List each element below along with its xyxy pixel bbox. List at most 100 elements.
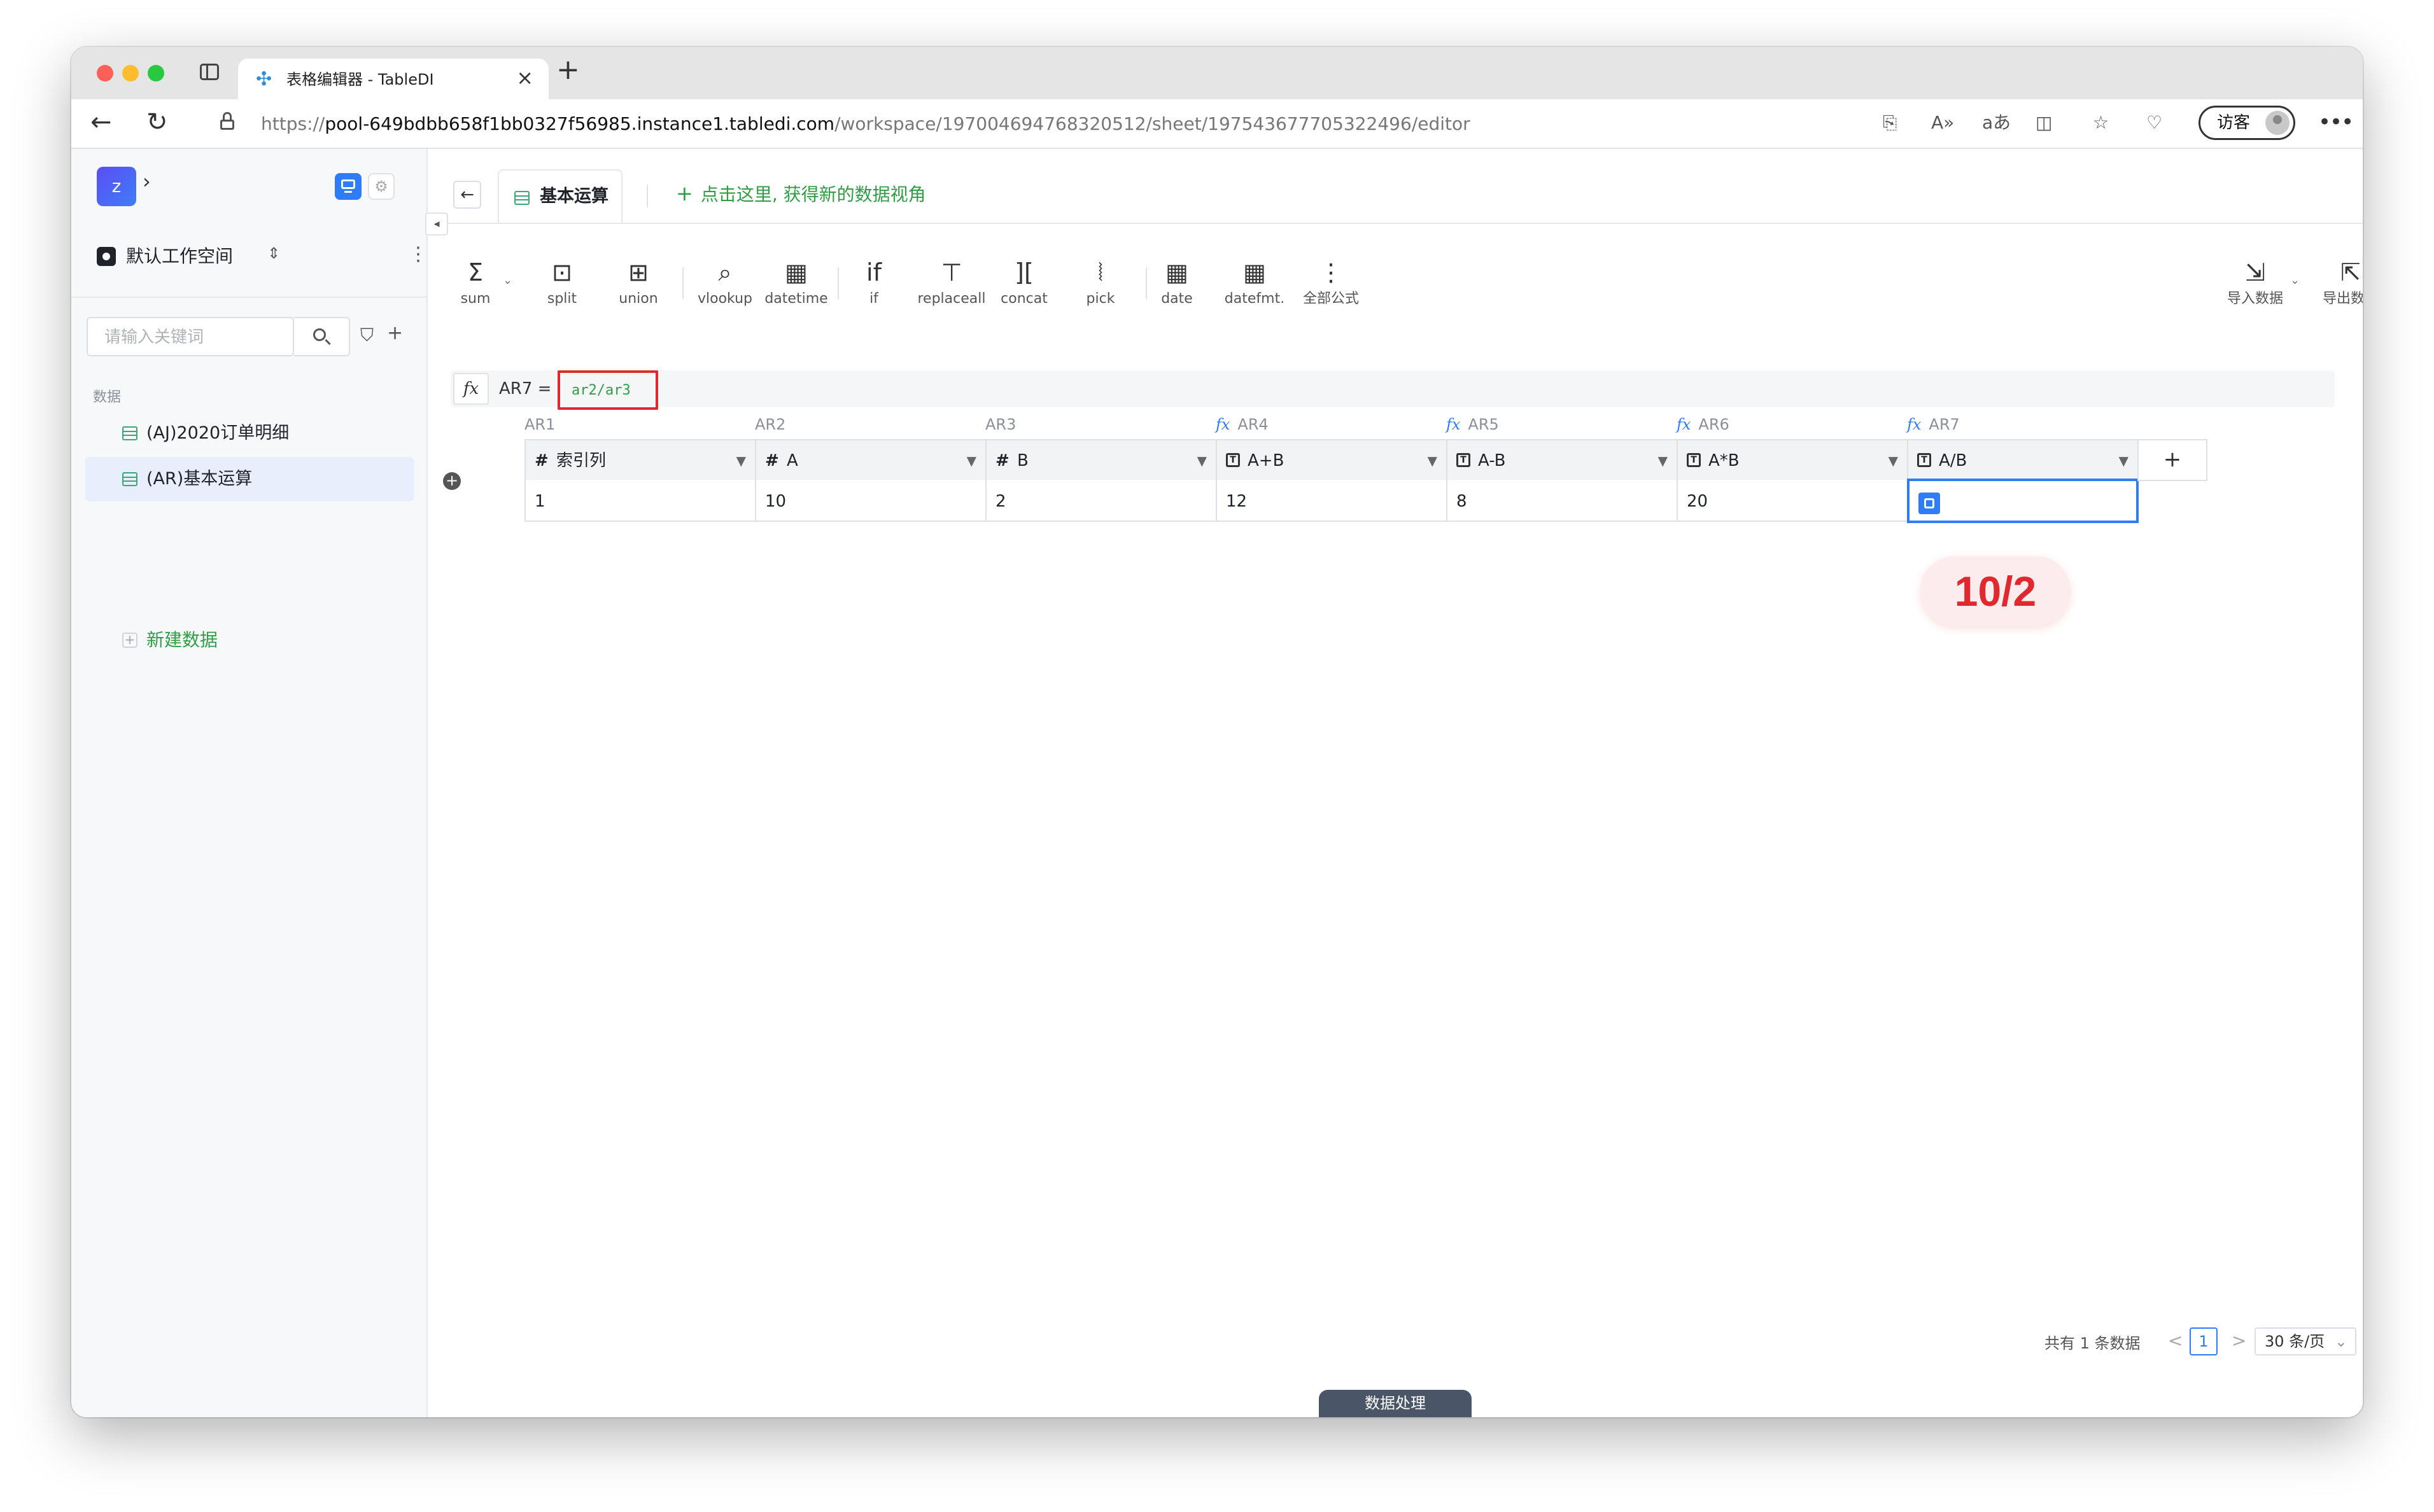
formula-input[interactable]: ar2/ar3 [558,370,658,410]
workspace-icon [97,247,116,266]
chevron-down-icon[interactable]: ⌄ [503,274,512,287]
cell-value: 12 [1226,492,1248,511]
expand-icon[interactable] [1918,493,1940,514]
plus-icon: + [676,181,693,206]
tool-label: sum [460,291,491,307]
back-button[interactable]: ← [453,181,481,209]
column-header[interactable]: T A*B ▼ [1677,439,1908,481]
search-button[interactable] [294,317,350,356]
chevron-right-icon[interactable]: › [143,169,151,193]
table-cell[interactable]: 2 [985,480,1217,522]
caret-down-icon[interactable]: ▼ [2119,453,2128,468]
new-tab-icon[interactable]: + [556,56,580,84]
tool-sum[interactable]: Σ sum [440,258,510,308]
table-cell[interactable]: 10 [755,480,987,522]
caret-down-icon[interactable]: ▼ [1658,453,1668,468]
caret-down-icon[interactable]: ▼ [1889,453,1898,468]
maximize-window-button[interactable] [148,65,164,81]
workspace-avatar[interactable]: z [97,167,136,206]
caret-down-icon[interactable]: ▼ [736,453,746,468]
add-row-icon[interactable]: + [443,472,461,490]
pager-current-page[interactable]: 1 [2190,1327,2218,1355]
health-icon[interactable]: ♡ [2146,112,2162,134]
column-header[interactable]: # 索引列 ▼ [524,439,756,481]
chevron-down-icon[interactable]: ⌄ [2290,274,2300,287]
tool-replaceall[interactable]: ⊤ replaceall [917,258,987,308]
split-screen-icon[interactable]: ◫ [2036,112,2052,134]
minimize-window-button[interactable] [122,65,139,81]
column-header[interactable]: # A ▼ [755,439,987,481]
tab-close-icon[interactable]: × [516,67,533,88]
column-ref-label: AR1 [524,416,556,433]
sidebar-item-basic-ops[interactable]: (AR)基本运算 [85,457,414,501]
table-cell[interactable]: 12 [1216,480,1447,522]
tool-all-formulas[interactable]: ⋮ 全部公式 [1296,258,1366,308]
close-window-button[interactable] [97,65,113,81]
page-size-select[interactable]: 30 条/页 ⌄ [2255,1327,2356,1355]
tool-date[interactable]: ▦ date [1142,258,1212,308]
pager-next-button[interactable]: > [2232,1330,2246,1351]
column-name: A*B [1708,451,1740,470]
monitor-icon[interactable] [335,173,362,200]
table-cell[interactable]: 1 [524,480,756,522]
tool-label: pick [1086,291,1115,307]
sidebar-toggle-icon[interactable] [200,64,219,80]
lock-icon[interactable] [220,112,234,130]
sidebar-item-label: (AR)基本运算 [146,469,253,489]
cell-value: 10 [765,492,787,511]
workspace-selector[interactable]: 默认工作空间 ⇕ ⋮ [97,243,428,269]
tool-label: 全部公式 [1302,291,1359,307]
table-cell[interactable]: 8 [1446,480,1678,522]
clipboard-icon[interactable]: ⎘ [1883,112,1897,134]
fx-icon[interactable]: fx [453,373,489,405]
table-cell[interactable]: 20 [1677,480,1908,522]
tool-concat[interactable]: ][ concat [989,258,1059,308]
caret-down-icon[interactable]: ▼ [1428,453,1437,468]
search-icon [313,328,326,341]
view-tab-label: 基本运算 [540,186,608,206]
column-header[interactable]: T A-B ▼ [1446,439,1678,481]
more-horizontal-icon[interactable]: ••• [2318,109,2354,135]
table-cell[interactable]: 5 [1907,479,2139,523]
column-ref: AR1 [524,415,555,434]
sidebar-item-order-detail[interactable]: (AJ)2020订单明细 [85,411,414,456]
cell-value: 1 [535,492,545,511]
gear-icon[interactable]: ⚙ [368,173,395,200]
add-view-button[interactable]: + 点击这里, 获得新的数据视角 [676,182,926,206]
column-header[interactable]: # B ▼ [985,439,1217,481]
favorites-icon[interactable]: ☆ [2093,112,2109,134]
url-field[interactable]: https://pool-649bdbb658f1bb0327f56985.in… [261,113,1470,135]
browser-tab[interactable]: ✣ 表格编辑器 - TableDI × [238,59,549,99]
tool-datefmt[interactable]: ▦ datefmt. [1220,258,1290,308]
search-input[interactable] [103,327,271,347]
translate-icon[interactable]: aあ [1982,112,2011,134]
tool-if[interactable]: if if [839,258,909,308]
number-type-icon: # [535,451,549,470]
guest-profile-button[interactable]: 访客 [2198,106,2295,140]
caret-down-icon[interactable]: ▼ [1197,453,1207,468]
tool-label: union [619,291,658,307]
read-aloud-icon[interactable]: A» [1931,112,1954,134]
import-data-button[interactable]: ⇲ 导入数据 [2220,258,2290,308]
filter-icon[interactable]: ⛉ [360,325,374,346]
column-header[interactable]: T A+B ▼ [1216,439,1447,481]
data-processing-tab[interactable]: 数据处理 [1319,1390,1472,1417]
add-column-button[interactable]: + [2137,439,2207,481]
column-header[interactable]: T A/B ▼ [1907,439,2139,481]
tool-datetime[interactable]: ▦ datetime [761,258,831,308]
caret-down-icon[interactable]: ▼ [967,453,976,468]
tab-basic-ops[interactable]: 基本运算 [498,169,623,223]
reload-icon[interactable]: ↻ [146,108,168,136]
tool-label: datetime [764,291,828,307]
collapse-sidebar-icon[interactable]: ◂ [425,213,448,235]
add-icon[interactable]: + [387,322,403,344]
switch-arrows-icon[interactable]: ⇕ [267,244,280,262]
tool-union[interactable]: ⊞ union [603,258,673,308]
more-vertical-icon[interactable]: ⋮ [409,243,428,265]
tool-pick[interactable]: ⦚ pick [1066,258,1136,308]
tool-split[interactable]: ⊡ split [527,258,597,308]
back-arrow-icon[interactable]: ← [90,108,112,136]
export-data-button[interactable]: ⇱ 导出数据 [2316,258,2363,308]
tool-vlookup[interactable]: ⌕ vlookup [690,258,760,308]
pager-prev-button[interactable]: < [2168,1330,2183,1351]
